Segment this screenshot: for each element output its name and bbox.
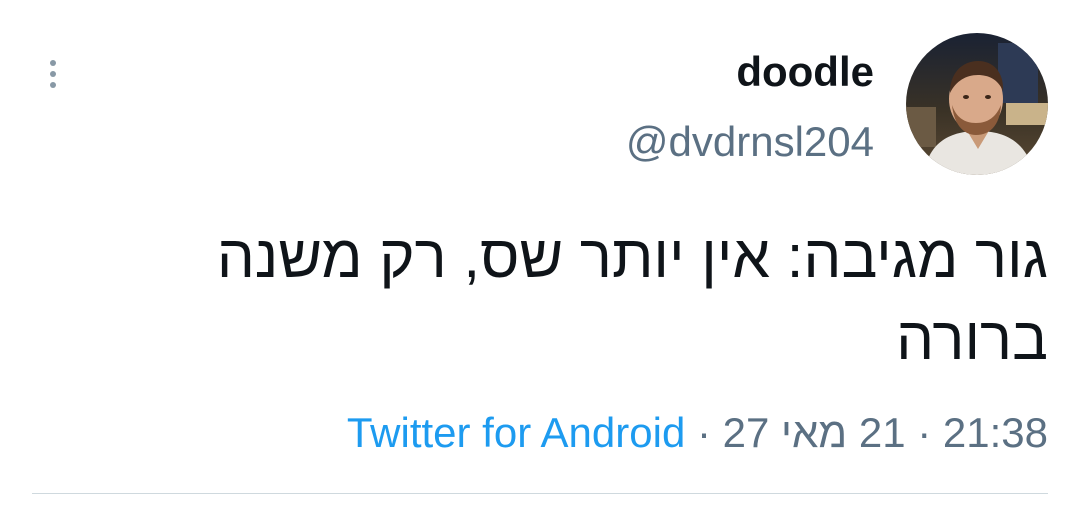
tweet-metadata: Twitter for Android · 21 מאי 27 · 21:38 xyxy=(347,405,1048,461)
more-vertical-icon xyxy=(50,60,56,66)
more-vertical-icon xyxy=(50,82,56,88)
meta-separator: · xyxy=(905,409,943,456)
more-vertical-icon xyxy=(50,71,56,77)
author-handle[interactable]: @dvdrnsl204 xyxy=(626,116,874,168)
tweet-source-link[interactable]: Twitter for Android xyxy=(347,409,685,456)
tweet-date[interactable]: 21 מאי 27 xyxy=(723,409,906,456)
meta-separator: · xyxy=(685,409,723,456)
author-display-name[interactable]: doodle xyxy=(736,46,874,98)
more-options-button[interactable] xyxy=(36,52,70,96)
avatar-photo xyxy=(906,33,1048,175)
tweet-text: גור מגיבה: אין יותר שס, רק משנה ברורה xyxy=(216,223,1048,372)
divider xyxy=(32,493,1048,494)
avatar[interactable] xyxy=(906,33,1048,175)
tweet-card: doodle @dvdrnsl204 גור מגיבה: אין יותר ש… xyxy=(0,0,1080,510)
tweet-time[interactable]: 21:38 xyxy=(943,409,1048,456)
